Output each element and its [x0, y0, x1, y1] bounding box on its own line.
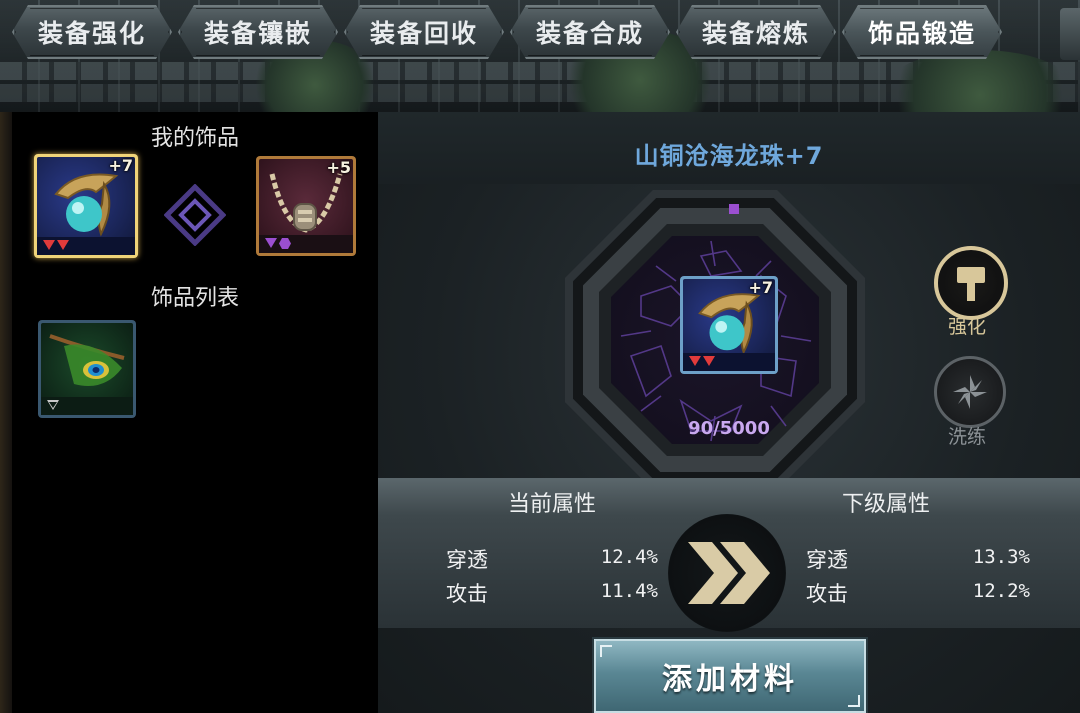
item-name-title: 山铜沧海龙珠+7	[634, 142, 824, 170]
grade-triangle-icon	[57, 240, 69, 250]
hammer-icon	[957, 267, 985, 301]
tab-label: 装备熔炼	[701, 19, 810, 48]
add-material-button[interactable]: 添加材料	[594, 639, 866, 713]
next-attr-value: 13.3%	[972, 546, 1030, 568]
vine-decoration	[880, 50, 1080, 112]
next-attr-name: 攻击	[806, 582, 848, 606]
current-attr-value: 12.4%	[600, 546, 658, 568]
my-accessories-title: 我的饰品	[150, 126, 239, 151]
tab-equip-compose[interactable]: 装备合成	[510, 5, 670, 59]
current-attributes-title: 当前属性	[508, 492, 597, 517]
dragon-pearl-icon	[54, 173, 119, 237]
forge-item-slot[interactable]: +7	[680, 276, 778, 374]
link-diamond-icon	[164, 184, 226, 246]
grade-triangle-icon	[703, 356, 715, 366]
tab-label: 装备合成	[535, 19, 644, 48]
tab-bar: 装备强化 装备镶嵌 装备回收 装备合成 装备熔炼 饰品锻造	[0, 0, 1080, 112]
next-attr-name: 穿透	[806, 548, 848, 572]
upgrade-arrow-disc	[668, 514, 786, 632]
next-attr-value: 12.2%	[972, 580, 1030, 602]
tab-scroll-cap	[1060, 8, 1080, 60]
equipped-slot-1[interactable]: +7	[34, 154, 138, 258]
double-chevron-icon	[688, 542, 770, 604]
progress-marker	[729, 204, 739, 214]
tab-label: 装备强化	[37, 19, 146, 48]
accessory-panel: 我的饰品 +7 +5 饰品列表	[12, 112, 378, 713]
tab-equip-enhance[interactable]: 装备强化	[12, 5, 172, 59]
enhance-label: 强化	[947, 316, 986, 338]
enhance-level-badge: +5	[326, 158, 351, 177]
tab-accessory-forge[interactable]: 饰品锻造	[842, 5, 1002, 59]
forge-panel: 山铜沧海龙珠+7 +7 90/5000 强化 洗练 当前属性 下级属性 穿透 1…	[378, 112, 1080, 713]
enhance-level-badge: +7	[108, 156, 133, 175]
grade-triangle-icon	[689, 356, 701, 366]
current-attr-name: 穿透	[446, 548, 488, 572]
refine-button[interactable]	[934, 356, 1006, 428]
enhance-button[interactable]	[934, 246, 1008, 320]
equipped-slot-2[interactable]: +5	[256, 156, 356, 256]
tab-label: 饰品锻造	[867, 19, 976, 48]
swirl-icon	[953, 375, 987, 409]
accessory-list-title: 饰品列表	[150, 286, 239, 311]
tab-equip-inlay[interactable]: 装备镶嵌	[178, 5, 338, 59]
grade-triangle-icon	[43, 240, 55, 250]
add-material-label: 添加材料	[662, 662, 798, 697]
next-attributes-title: 下级属性	[842, 492, 931, 517]
refine-label: 洗练	[947, 426, 986, 448]
left-edge-decoration	[0, 112, 12, 713]
current-attr-name: 攻击	[446, 582, 488, 606]
grade-triangle-hollow	[49, 402, 57, 408]
accessory-list-item[interactable]	[38, 320, 136, 418]
peacock-feather-icon	[49, 334, 125, 386]
tab-label: 装备镶嵌	[203, 19, 312, 48]
current-attr-value: 11.4%	[600, 580, 658, 602]
enhance-level-badge: +7	[748, 278, 773, 297]
tab-label: 装备回收	[369, 19, 478, 48]
tab-equip-recycle[interactable]: 装备回收	[344, 5, 504, 59]
tab-equip-smelt[interactable]: 装备熔炼	[676, 5, 836, 59]
grade-triangle-icon	[265, 238, 277, 248]
